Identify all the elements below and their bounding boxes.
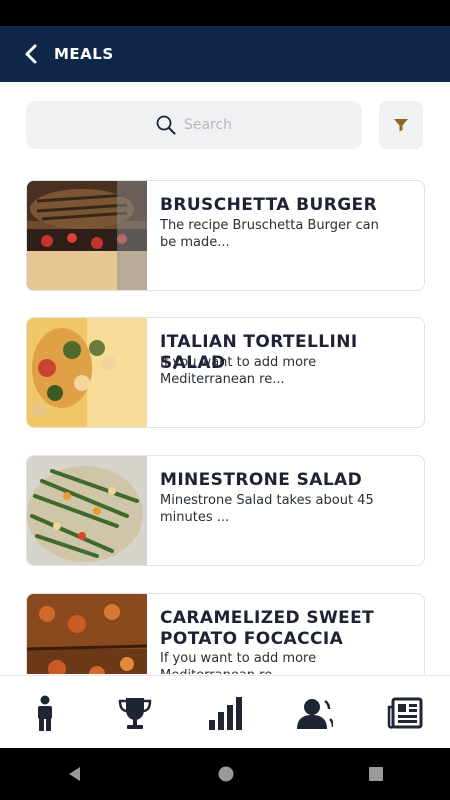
meal-thumbnail [27,318,147,427]
meal-description: If you want to add more Mediterranean re… [160,355,317,387]
search-icon [156,115,176,135]
profile-icon [297,698,333,729]
meal-card-caramelized-sweet-potato-focaccia[interactable]: CARAMELIZED SWEET POTATO FOCACCIA If you… [26,593,425,674]
meal-thumbnail [27,181,147,290]
search-input[interactable]: Search [26,101,362,149]
home-circle-icon[interactable] [217,765,235,783]
bottom-navigation [0,675,450,749]
meal-description: If you want to add more Mediterranean re… [160,651,317,674]
app-bar: MEALS [0,26,450,82]
trophy-icon [118,697,152,729]
nav-trophy[interactable] [110,688,160,738]
person-icon [38,695,52,731]
news-icon [387,697,423,729]
meal-card-minestrone-salad[interactable]: MINESTRONE SALAD Minestrone Salad takes … [26,455,425,566]
nav-person[interactable] [20,688,70,738]
back-button[interactable] [20,43,42,65]
search-placeholder: Search [183,117,233,133]
stats-icon [209,696,242,730]
nav-news[interactable] [380,688,430,738]
meal-card-italian-tortellini-salad[interactable]: ITALIAN TORTELLINI SALAD If you want to … [26,317,425,428]
meal-thumbnail [27,594,147,674]
meal-title: BRUSCHETTA BURGER [160,195,378,215]
chevron-left-icon [25,44,37,64]
nav-stats[interactable] [200,688,250,738]
nav-profile[interactable] [290,688,340,738]
meal-description: Minestrone Salad takes about 45 minutes … [160,493,374,525]
meal-description: The recipe Bruschetta Burger can be made… [160,218,379,250]
system-navigation-bar [0,748,450,800]
back-triangle-icon[interactable] [66,765,84,783]
meal-card-bruschetta-burger[interactable]: BRUSCHETTA BURGER The recipe Bruschetta … [26,180,425,291]
meal-title: MINESTRONE SALAD [160,470,363,490]
filter-icon [394,119,408,132]
page-title: MEALS [54,45,114,63]
meal-list[interactable]: BRUSCHETTA BURGER The recipe Bruschetta … [26,180,425,674]
filter-button[interactable] [379,101,423,149]
meal-title: CARAMELIZED SWEET POTATO FOCACCIA [160,608,375,649]
recents-square-icon[interactable] [368,766,384,782]
status-bar [0,0,450,26]
search-row: Search [26,101,423,149]
meal-thumbnail [27,456,147,565]
